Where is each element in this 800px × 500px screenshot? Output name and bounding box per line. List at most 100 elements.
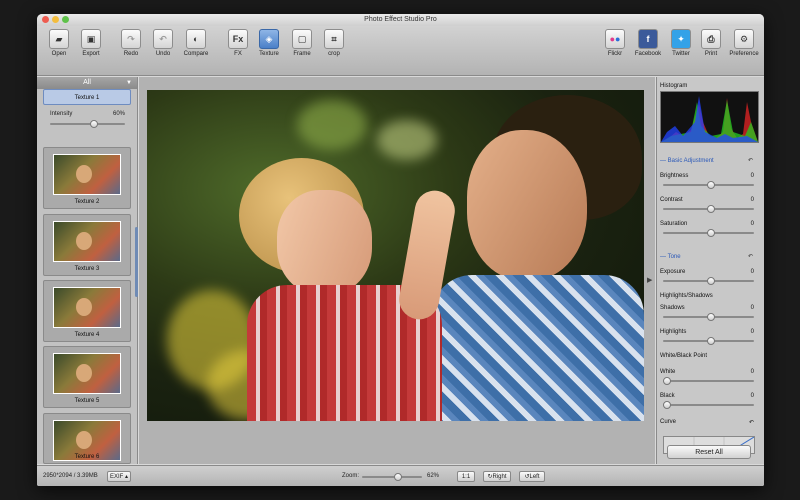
- slider-knob[interactable]: [663, 377, 671, 385]
- reset-section-icon[interactable]: ↶: [748, 155, 753, 167]
- basic-adjustment-section[interactable]: — Basic Adjustment ↶: [660, 155, 757, 167]
- save-disk-icon: ▣: [81, 29, 101, 49]
- canvas-area: [139, 77, 655, 464]
- dropdown-arrow-icon: ▼: [126, 80, 132, 86]
- texture-thumb-4[interactable]: Texture 4: [43, 280, 131, 342]
- zoom-label: Zoom:: [342, 473, 360, 479]
- white-slider[interactable]: [663, 377, 754, 385]
- tone-section[interactable]: — Tone ↶: [660, 251, 757, 263]
- texture-thumb-6[interactable]: Texture 6: [43, 413, 131, 464]
- fx-button[interactable]: Fx FX: [225, 29, 251, 57]
- status-bar: 2950*2094 / 3.39MB EXIF ▴ Zoom: 62% 1:1 …: [37, 465, 764, 486]
- facebook-button[interactable]: f Facebook: [633, 29, 663, 57]
- window-controls: [42, 16, 69, 23]
- saturation-control: Saturation 0: [660, 221, 757, 237]
- histogram: [660, 91, 759, 143]
- slider-knob[interactable]: [663, 401, 671, 409]
- zoom-slider[interactable]: [362, 473, 422, 481]
- texture-thumb-1[interactable]: Texture 1: [43, 89, 131, 105]
- minimize-window-icon[interactable]: [52, 16, 59, 23]
- reset-curve-icon[interactable]: ↶: [749, 419, 754, 426]
- caret-up-icon: ▴: [125, 474, 129, 480]
- curve-heading: Curve ↶: [660, 419, 754, 426]
- gear-icon: ⚙: [734, 29, 754, 49]
- frame-icon: ▢: [292, 29, 312, 49]
- brightness-slider[interactable]: [663, 181, 754, 189]
- highlights-control: Highlights 0: [660, 329, 757, 345]
- facebook-icon: f: [638, 29, 658, 49]
- crop-button[interactable]: ⌗ crop: [321, 29, 347, 57]
- slider-knob[interactable]: [707, 181, 715, 189]
- exposure-slider[interactable]: [663, 277, 754, 285]
- zoom-value: 62%: [427, 473, 440, 479]
- window-title: Photo Effect Studio Pro: [364, 16, 437, 23]
- actual-size-button[interactable]: 1:1: [457, 471, 475, 482]
- shadows-control: Shadows 0: [660, 305, 757, 321]
- zoom-slider-knob[interactable]: [394, 473, 403, 481]
- flickr-button[interactable]: ● ● Flickr: [602, 29, 628, 57]
- app-window: Photo Effect Studio Pro ▰ Open ▣ Export ↷ R…: [37, 14, 764, 486]
- folder-icon: ▰: [49, 29, 69, 49]
- reset-all-button[interactable]: Reset All: [667, 445, 751, 459]
- white-control: White 0: [660, 369, 757, 385]
- texture-panel: All ▼ Texture 1 Intensity 60% Texture 2 …: [37, 77, 138, 464]
- texture-preview-image: [53, 221, 121, 262]
- adjustment-panel: Histogram — Basic Adjustment ↶ Brightnes…: [656, 77, 764, 464]
- flickr-icon: ● ●: [605, 29, 625, 49]
- exif-button[interactable]: EXIF ▴: [107, 471, 131, 482]
- redo-button[interactable]: ↷ Redo: [117, 29, 145, 57]
- saturation-slider[interactable]: [663, 229, 754, 237]
- redo-arrow-icon: ↷: [121, 29, 141, 49]
- black-slider[interactable]: [663, 401, 754, 409]
- reset-section-icon[interactable]: ↶: [748, 251, 753, 263]
- crop-icon: ⌗: [324, 29, 344, 49]
- texture-button[interactable]: ◈ Texture: [255, 29, 283, 57]
- texture-thumb-5[interactable]: Texture 5: [43, 346, 131, 408]
- printer-icon: ⎙: [701, 29, 721, 49]
- edited-photo[interactable]: [147, 90, 644, 421]
- print-button[interactable]: ⎙ Print: [699, 29, 723, 57]
- zoom-window-icon[interactable]: [62, 16, 69, 23]
- collapse-icon: —: [660, 254, 666, 260]
- texture-preview-image: [53, 353, 121, 394]
- export-button[interactable]: ▣ Export: [77, 29, 105, 57]
- intensity-slider-knob[interactable]: [90, 120, 99, 128]
- panel-expand-arrow-icon[interactable]: ▶: [647, 276, 652, 284]
- undo-button[interactable]: ↶ Undo: [149, 29, 177, 57]
- slider-knob[interactable]: [707, 205, 715, 213]
- collapse-icon: —: [660, 158, 666, 164]
- exposure-control: Exposure 0: [660, 269, 757, 285]
- intensity-control: Intensity 60%: [50, 111, 125, 128]
- rotate-right-button[interactable]: ↻Right: [483, 471, 511, 482]
- texture-grid-icon: ◈: [259, 29, 279, 49]
- white-black-point-heading: White/Black Point: [660, 353, 708, 359]
- texture-thumb-2[interactable]: Texture 2: [43, 147, 131, 209]
- texture-preview-image: [53, 154, 121, 195]
- title-bar: Photo Effect Studio Pro: [37, 14, 764, 26]
- rotate-left-button[interactable]: ↺Left: [519, 471, 545, 482]
- texture-filter-dropdown[interactable]: All ▼: [37, 77, 137, 89]
- contrast-slider[interactable]: [663, 205, 754, 213]
- histogram-label: Histogram: [660, 83, 688, 89]
- twitter-button[interactable]: ✦ Twitter: [667, 29, 695, 57]
- texture-thumb-3[interactable]: Texture 3: [43, 214, 131, 276]
- contrast-control: Contrast 0: [660, 197, 757, 213]
- brightness-control: Brightness 0: [660, 173, 757, 189]
- slider-knob[interactable]: [707, 337, 715, 345]
- open-button[interactable]: ▰ Open: [45, 29, 73, 57]
- frame-button[interactable]: ▢ Frame: [289, 29, 315, 57]
- preference-button[interactable]: ⚙ Preference: [725, 29, 763, 57]
- slider-knob[interactable]: [707, 277, 715, 285]
- intensity-slider[interactable]: [50, 120, 125, 128]
- close-window-icon[interactable]: [42, 16, 49, 23]
- texture-scrollbar[interactable]: [135, 227, 138, 297]
- undo-arrow-icon: ↶: [153, 29, 173, 49]
- slider-knob[interactable]: [707, 229, 715, 237]
- toolbar: ▰ Open ▣ Export ↷ Redo ↶ Undo ◐ Compare Fx FX …: [37, 26, 764, 76]
- shadows-slider[interactable]: [663, 313, 754, 321]
- slider-knob[interactable]: [707, 313, 715, 321]
- fx-icon: Fx: [228, 29, 248, 49]
- compare-button[interactable]: ◐ Compare: [181, 29, 211, 57]
- highlights-slider[interactable]: [663, 337, 754, 345]
- highlights-shadows-heading: Highlights/Shadows: [660, 293, 713, 299]
